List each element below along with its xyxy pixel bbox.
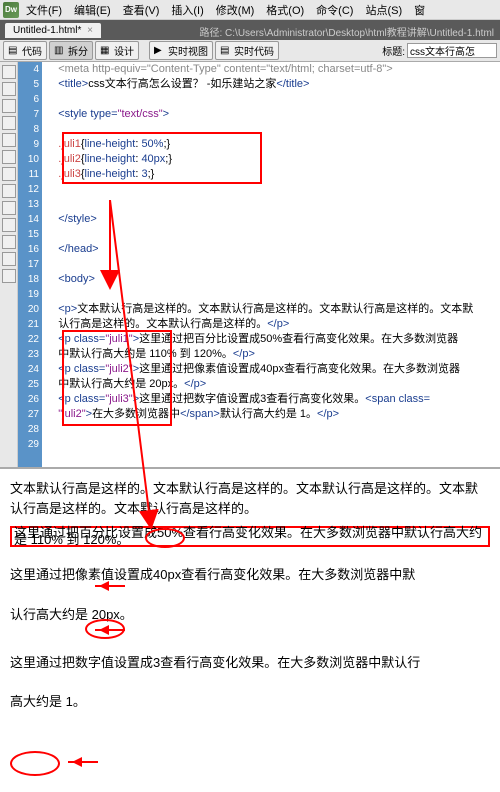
split-icon: ▥ xyxy=(54,45,66,57)
preview-p-juli1: 这里通过把百分比设置成50%查看行高变化效果。在大多数浏览器中默认行高大约是 1… xyxy=(14,530,486,543)
dreamweaver-logo: Dw xyxy=(3,2,19,18)
code-line: 中默认行高大约是 20px。</p> xyxy=(46,377,500,392)
code-line: <meta http-equiv="Content-Type" content=… xyxy=(46,62,500,77)
code-view-button[interactable]: ▤代码 xyxy=(3,41,47,60)
menu-window[interactable]: 窗 xyxy=(409,0,430,20)
code-line: <p class="juli2">这里通过把像素值设置成40px查看行高变化效果… xyxy=(46,362,500,377)
annotation-box: 这里通过把百分比设置成50%查看行高变化效果。在大多数浏览器中默认行高大约是 1… xyxy=(10,526,490,547)
tool-icon[interactable] xyxy=(2,235,16,249)
design-icon: ▦ xyxy=(100,45,112,57)
tool-icon[interactable] xyxy=(2,133,16,147)
livecode-button[interactable]: ▤实时代码 xyxy=(215,41,279,60)
live-icon: ▶ xyxy=(154,45,166,57)
split-view-button[interactable]: ▥拆分 xyxy=(49,41,93,60)
document-tab[interactable]: Untitled-1.html* × xyxy=(5,23,101,38)
path-display: 路径: C:\Users\Administrator\Desktop\html教… xyxy=(193,22,500,38)
tool-icon[interactable] xyxy=(2,201,16,215)
code-line: 认行高是这样的。文本默认行高是这样的。</p> xyxy=(46,317,500,332)
menu-modify[interactable]: 修改(M) xyxy=(211,0,260,20)
code-line: 中默认行高大约是 110% 到 120%。</p> xyxy=(46,347,500,362)
menu-site[interactable]: 站点(S) xyxy=(360,0,407,20)
code-line: <style type="text/css"> xyxy=(46,107,500,122)
annotation-arrow xyxy=(68,761,98,763)
code-line: </head> xyxy=(46,242,500,257)
preview-p-juli2: 这里通过把像素值设置成40px查看行高变化效果。在大多数浏览器中默认行高大约是 … xyxy=(10,555,490,635)
tool-icon[interactable] xyxy=(2,269,16,283)
tool-icon[interactable] xyxy=(2,150,16,164)
annotation-circle xyxy=(10,751,60,776)
code-editor[interactable]: <meta http-equiv="Content-Type" content=… xyxy=(42,62,500,467)
tool-icon[interactable] xyxy=(2,82,16,96)
menu-file[interactable]: 文件(F) xyxy=(21,0,67,20)
livecode-icon: ▤ xyxy=(220,45,232,57)
menu-insert[interactable]: 插入(I) xyxy=(166,0,208,20)
preview-p-default: 文本默认行高是这样的。文本默认行高是这样的。文本默认行高是这样的。文本默认行高是… xyxy=(10,479,490,518)
tool-icon[interactable] xyxy=(2,184,16,198)
menu-bar: Dw 文件(F) 编辑(E) 查看(V) 插入(I) 修改(M) 格式(O) 命… xyxy=(0,0,500,20)
title-input[interactable] xyxy=(407,43,497,58)
title-label: 标题: xyxy=(382,43,405,58)
code-line: .juli2{line-height: 40px;} xyxy=(46,152,500,167)
tab-close-icon[interactable]: × xyxy=(87,25,93,36)
code-line: "juli2">在大多数浏览器中</span>默认行高大约是 1。</p> xyxy=(46,407,500,422)
code-line: </style> xyxy=(46,212,500,227)
tab-name: Untitled-1.html* xyxy=(13,25,81,36)
tool-icon[interactable] xyxy=(2,252,16,266)
tool-icon[interactable] xyxy=(2,116,16,130)
preview-p-juli3: 这里通过把数字值设置成3查看行高变化效果。在大多数浏览器中默认行高大约是 1。 xyxy=(10,643,490,721)
line-gutter: 4567891011121314151617181920212223242526… xyxy=(18,62,42,467)
design-view-button[interactable]: ▦设计 xyxy=(95,41,139,60)
code-line: <p>文本默认行高是这样的。文本默认行高是这样的。文本默认行高是这样的。文本默 xyxy=(46,302,500,317)
menu-view[interactable]: 查看(V) xyxy=(118,0,165,20)
tool-icon[interactable] xyxy=(2,218,16,232)
live-view-button[interactable]: ▶实时视图 xyxy=(149,41,213,60)
menu-format[interactable]: 格式(O) xyxy=(261,0,309,20)
editor-split-view: 4567891011121314151617181920212223242526… xyxy=(0,62,500,467)
code-line: <body> xyxy=(46,272,500,287)
code-icon: ▤ xyxy=(8,45,20,57)
view-toolbar: ▤代码 ▥拆分 ▦设计 ▶实时视图 ▤实时代码 标题: xyxy=(0,40,500,62)
tab-bar: Untitled-1.html* × 路径: C:\Users\Administ… xyxy=(0,20,500,40)
menu-edit[interactable]: 编辑(E) xyxy=(69,0,116,20)
tool-icon[interactable] xyxy=(2,65,16,79)
code-line: <p class="juli1">这里通过把百分比设置成50%查看行高变化效果。… xyxy=(46,332,500,347)
tool-icon[interactable] xyxy=(2,99,16,113)
tool-palette xyxy=(0,62,18,467)
design-preview: 文本默认行高是这样的。文本默认行高是这样的。文本默认行高是这样的。文本默认行高是… xyxy=(0,467,500,787)
tool-icon[interactable] xyxy=(2,167,16,181)
code-line: <title>css文本行高怎么设置？ -如乐建站之家</title> xyxy=(46,77,500,92)
code-line: .juli3{line-height: 3;} xyxy=(46,167,500,182)
code-line: .juli1{line-height: 50%;} xyxy=(46,137,500,152)
menu-command[interactable]: 命令(C) xyxy=(311,0,358,20)
code-line: <p class="juli3">这里通过把数字值设置成3查看行高变化效果。<s… xyxy=(46,392,500,407)
